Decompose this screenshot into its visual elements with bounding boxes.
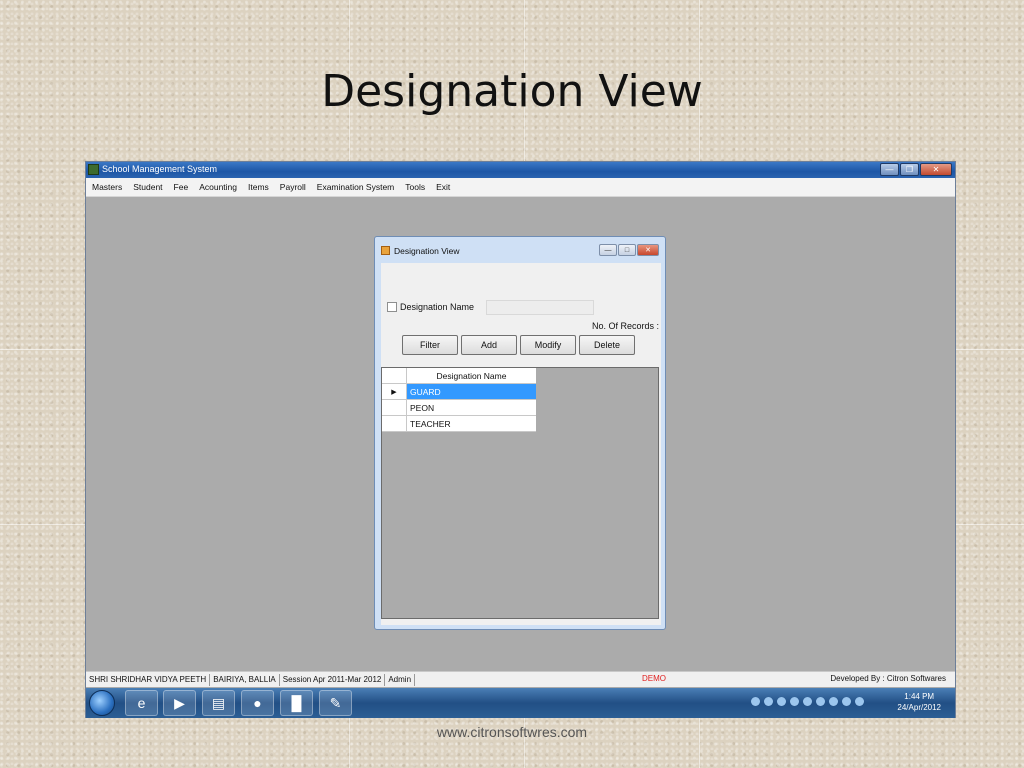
status-user: Admin <box>385 673 416 686</box>
menu-exit[interactable]: Exit <box>436 182 450 192</box>
dialog-minimize-button[interactable]: — <box>599 244 617 256</box>
grid-cell[interactable]: GUARD <box>407 384 536 400</box>
table-row[interactable]: TEACHER <box>382 416 536 432</box>
clock-date: 24/Apr/2012 <box>897 703 941 712</box>
tray-icon[interactable] <box>751 697 760 706</box>
column-header-designation-name[interactable]: Designation Name <box>407 368 536 384</box>
table-row[interactable]: PEON <box>382 400 536 416</box>
grid-cell[interactable]: TEACHER <box>407 416 536 432</box>
designation-name-checkbox[interactable] <box>387 302 397 312</box>
menu-payroll[interactable]: Payroll <box>280 182 306 192</box>
dialog-body: Designation Name No. Of Records : Filter… <box>381 263 661 625</box>
slide-title: Designation View <box>321 66 703 117</box>
designation-grid[interactable]: Designation Name ▶ GUARD PEON TEACHER <box>381 367 659 619</box>
grid-header-row: Designation Name <box>382 368 536 384</box>
tray-icon[interactable] <box>777 697 786 706</box>
menu-bar: Masters Student Fee Acounting Items Payr… <box>86 178 955 197</box>
status-developer: Developed By : Citron Softwares <box>830 674 946 683</box>
menu-fee[interactable]: Fee <box>174 182 189 192</box>
designation-name-label: Designation Name <box>400 302 475 312</box>
system-tray <box>751 697 868 706</box>
menu-acounting[interactable]: Acounting <box>199 182 237 192</box>
current-row-arrow-icon: ▶ <box>382 384 407 400</box>
table-row[interactable]: ▶ GUARD <box>382 384 536 400</box>
status-session: Session Apr 2011-Mar 2012 <box>280 673 386 686</box>
status-place: BAIRIYA, BALLIA <box>210 673 280 686</box>
tray-icon[interactable] <box>829 697 838 706</box>
menu-examination-system[interactable]: Examination System <box>317 182 394 192</box>
modify-button[interactable]: Modify <box>520 335 576 355</box>
close-button[interactable]: ✕ <box>920 163 952 176</box>
taskbar: e ▶ ▤ ● █ ✎ 1:44 PM 24/Apr/2012 <box>86 688 955 718</box>
window-title: School Management System <box>102 164 218 174</box>
menu-tools[interactable]: Tools <box>405 182 425 192</box>
main-titlebar[interactable]: School Management System — ❐ ✕ <box>86 162 955 178</box>
tray-icon[interactable] <box>816 697 825 706</box>
app-icon <box>88 164 99 175</box>
network-icon[interactable] <box>855 697 864 706</box>
form-icon <box>381 246 390 255</box>
row-header[interactable] <box>382 416 407 432</box>
dialog-titlebar[interactable]: Designation View — □ ✕ <box>375 237 665 263</box>
grid-corner <box>382 368 407 384</box>
designation-name-input[interactable] <box>486 300 594 315</box>
delete-button[interactable]: Delete <box>579 335 635 355</box>
status-school: SHRI SHRIDHAR VIDYA PEETH <box>86 673 211 686</box>
grid-cell[interactable]: PEON <box>407 400 536 416</box>
paint-icon[interactable]: ✎ <box>319 690 352 716</box>
row-header[interactable] <box>382 400 407 416</box>
folder-icon[interactable]: ▤ <box>202 690 235 716</box>
start-button[interactable] <box>89 690 115 716</box>
volume-icon[interactable] <box>842 697 851 706</box>
school-app-taskbar-icon[interactable]: █ <box>280 690 313 716</box>
minimize-button[interactable]: — <box>880 163 899 176</box>
tray-icon[interactable] <box>790 697 799 706</box>
dialog-maximize-button[interactable]: □ <box>618 244 636 256</box>
media-player-icon[interactable]: ▶ <box>163 690 196 716</box>
dialog-close-button[interactable]: ✕ <box>637 244 659 256</box>
menu-masters[interactable]: Masters <box>92 182 122 192</box>
records-count-label: No. Of Records : <box>591 321 659 331</box>
clock-time: 1:44 PM <box>904 692 935 701</box>
menu-student[interactable]: Student <box>133 182 162 192</box>
main-window: School Management System — ❐ ✕ Masters S… <box>85 161 956 718</box>
footer-url: www.citronsoftwres.com <box>436 724 588 740</box>
clock[interactable]: 1:44 PM 24/Apr/2012 <box>897 691 941 713</box>
add-button[interactable]: Add <box>461 335 517 355</box>
dialog-title: Designation View <box>394 246 460 256</box>
designation-view-dialog: Designation View — □ ✕ Designation Name … <box>374 236 666 630</box>
tray-icon[interactable] <box>764 697 773 706</box>
status-mode: DEMO <box>642 674 666 683</box>
filter-button[interactable]: Filter <box>402 335 458 355</box>
status-bar: SHRI SHRIDHAR VIDYA PEETH BAIRIYA, BALLI… <box>86 671 955 687</box>
firefox-icon[interactable]: ● <box>241 690 274 716</box>
tray-icon[interactable] <box>803 697 812 706</box>
menu-items[interactable]: Items <box>248 182 269 192</box>
internet-explorer-icon[interactable]: e <box>125 690 158 716</box>
restore-button[interactable]: ❐ <box>900 163 919 176</box>
